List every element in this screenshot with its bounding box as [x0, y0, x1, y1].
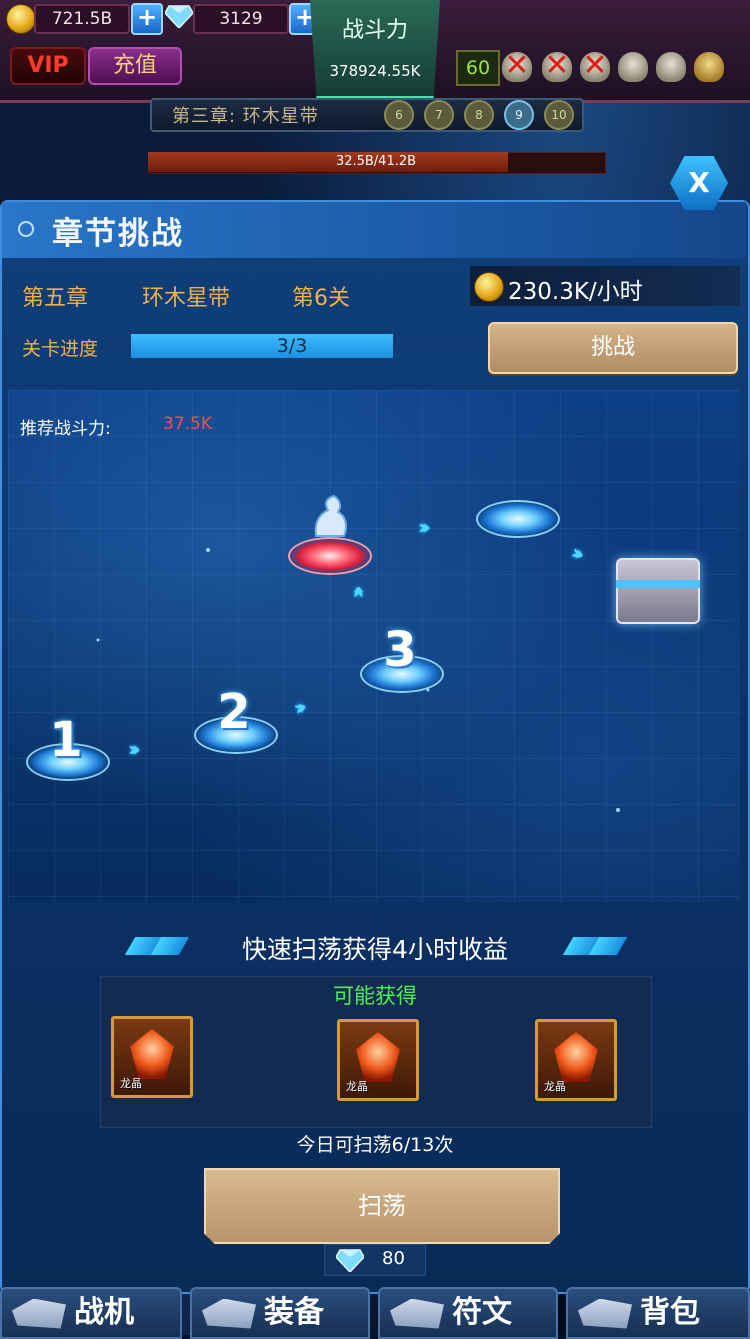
chapter-name: 第三章: 环木星带: [172, 106, 319, 127]
sweep-title: 快速扫荡获得4小时收益: [242, 935, 508, 964]
nav-tab-fighters[interactable]: 战机: [0, 1287, 182, 1339]
add-gold-button[interactable]: +: [131, 3, 163, 35]
dragon-crystal-icon: [554, 1032, 598, 1082]
boss-stage-node[interactable]: [288, 537, 372, 575]
elite-stage-node[interactable]: [476, 500, 560, 538]
recharge-button[interactable]: 充值: [88, 47, 182, 85]
rewards-label: 可能获得: [333, 984, 417, 1008]
level-dot[interactable]: 6: [384, 100, 414, 130]
nav-tab-label: 符文: [452, 1295, 512, 1330]
level-dot[interactable]: 8: [464, 100, 494, 130]
sweep-button[interactable]: 扫荡: [204, 1168, 560, 1244]
power-label: 战斗力: [341, 18, 408, 43]
dragon-crystal-icon: [130, 1029, 174, 1079]
recommended-power-value: 37.5K: [163, 414, 212, 434]
recommended-power-label: 推荐战斗力:: [20, 419, 111, 439]
boss-skull-icon: [694, 52, 724, 82]
sweep-cost: 80: [382, 1248, 405, 1269]
challenge-button[interactable]: 挑战: [488, 322, 738, 374]
chest-band: [616, 580, 700, 588]
sweep-count: 今日可扫荡6/13次: [296, 1134, 454, 1156]
defeated-skull-icon: ✕: [580, 50, 610, 82]
boss-monster-icon: [314, 494, 347, 537]
equipment-icon: [202, 1298, 256, 1329]
progress-value: 3/3: [276, 335, 308, 357]
nav-tab-equipment[interactable]: 装备: [190, 1287, 370, 1339]
nav-tab-label: 战机: [74, 1295, 134, 1330]
path-arrow-icon: ›››: [128, 737, 141, 761]
progress-text: 3/3: [131, 334, 393, 358]
dragon-crystal-icon: [356, 1032, 400, 1082]
reward-item-name: 龙晶: [120, 1077, 142, 1090]
income-rate: 230.3K/小时: [508, 279, 643, 305]
chapter-title: 环木星带: [142, 286, 231, 311]
stage-node-number: 1: [49, 712, 83, 768]
gem-amount: 3129: [193, 4, 289, 34]
gold-coin-icon: [6, 4, 36, 34]
reward-item[interactable]: 龙晶: [111, 1016, 193, 1098]
path-arrow-icon: ›››: [345, 591, 370, 599]
diamond-icon: [336, 1249, 364, 1272]
gold-amount: 721.5B: [34, 4, 130, 34]
vip-button[interactable]: VIP: [10, 47, 86, 85]
defeated-skull-icon: ✕: [502, 50, 532, 82]
rune-icon: [390, 1298, 444, 1329]
reward-item-name: 龙晶: [346, 1080, 368, 1093]
skull-icon: [656, 52, 686, 82]
stage-node-number: 3: [383, 622, 417, 678]
reward-item[interactable]: 龙晶: [337, 1019, 419, 1101]
nav-tab-runes[interactable]: 符文: [378, 1287, 558, 1339]
skull-icon: [618, 52, 648, 82]
header-bullet-icon: [18, 221, 34, 237]
stage-label: 第6关: [292, 286, 350, 311]
power-value: 378924.55K: [329, 62, 421, 80]
panel-title: 章节挑战: [52, 216, 184, 252]
nav-tab-label: 背包: [640, 1295, 700, 1330]
fighter-icon: [12, 1298, 66, 1329]
gold-coin-icon: [474, 272, 504, 302]
diamond-icon: [165, 5, 193, 28]
level-dot[interactable]: 7: [424, 100, 454, 130]
stage-level-badge: 60: [456, 50, 500, 86]
boss-hp-text: 32.5B/41.2B: [335, 154, 417, 169]
reward-item-name: 龙晶: [544, 1080, 566, 1093]
backpack-icon: [578, 1298, 632, 1329]
nav-tab-label: 装备: [264, 1295, 324, 1330]
treasure-chest-icon[interactable]: [616, 558, 700, 624]
reward-item[interactable]: 龙晶: [535, 1019, 617, 1101]
defeated-skull-icon: ✕: [542, 50, 572, 82]
progress-label: 关卡进度: [22, 338, 99, 360]
stage-node-number: 2: [217, 684, 251, 740]
nav-tab-backpack[interactable]: 背包: [566, 1287, 750, 1339]
chapter-label: 第五章: [22, 286, 89, 311]
path-arrow-icon: ›››: [418, 515, 431, 539]
level-dot-current[interactable]: 9: [504, 100, 534, 130]
level-dot[interactable]: 10: [544, 100, 574, 130]
